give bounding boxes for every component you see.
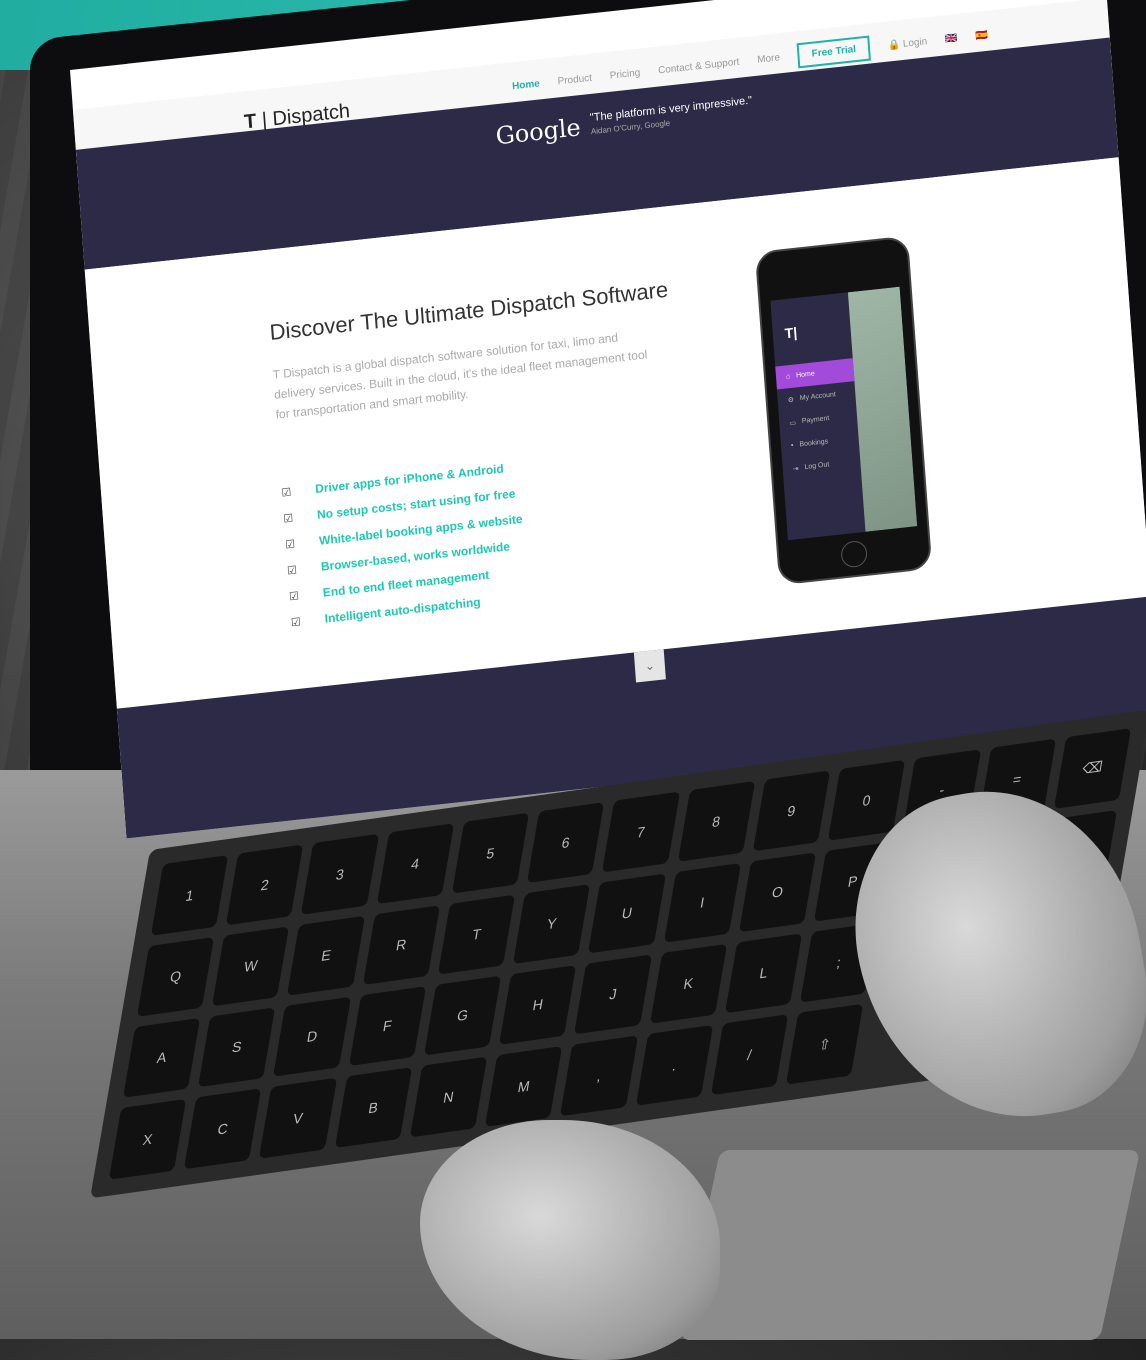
home-icon: ⌂ — [785, 373, 791, 381]
key: . — [635, 1025, 714, 1106]
key: 8 — [677, 780, 756, 862]
key: T — [437, 894, 516, 975]
key: G — [423, 975, 502, 1056]
phone-menu: ⌂ Home ⚙ My Account ▭ Payment ▪ Bookings ⇥ Lo… — [775, 358, 861, 481]
key: Q — [136, 936, 215, 1017]
uk-flag-icon[interactable]: 🇬🇧 — [945, 33, 958, 45]
phone-home-button — [840, 539, 868, 569]
key: ⌫ — [1053, 728, 1132, 809]
checkbox-icon: ☑ — [288, 590, 300, 604]
key: 4 — [376, 823, 455, 904]
key: D — [273, 996, 351, 1077]
checkbox-icon: ☑ — [284, 538, 296, 552]
phone-logo: T| — [784, 324, 798, 342]
key: 9 — [752, 770, 831, 852]
key: , — [560, 1035, 638, 1117]
key: N — [409, 1056, 488, 1138]
phone-map — [847, 286, 918, 532]
key: 6 — [527, 802, 605, 883]
key: 5 — [451, 812, 530, 894]
nav-product[interactable]: Product — [557, 73, 592, 88]
key: U — [588, 873, 666, 953]
key: J — [574, 953, 652, 1035]
key: K — [649, 943, 728, 1025]
trackpad — [679, 1150, 1141, 1340]
key: / — [710, 1014, 789, 1096]
logout-icon: ⇥ — [792, 465, 799, 473]
key: X — [108, 1099, 187, 1180]
phone-screen: T| ⌂ Home ⚙ My Account ▭ Payment ▪ Bookings … — [770, 286, 918, 541]
feature-list: ☑ Driver apps for iPhone & Android ☑ No se… — [280, 454, 529, 635]
key: 3 — [301, 833, 379, 915]
user-icon: ⚙ — [787, 396, 795, 404]
key: W — [212, 926, 290, 1006]
bookings-icon: ▪ — [790, 442, 794, 450]
card-icon: ▭ — [789, 419, 797, 427]
scroll-down-button[interactable]: ⌄ — [633, 649, 666, 683]
key: E — [287, 915, 365, 996]
checkbox-icon: ☑ — [281, 486, 292, 500]
nav-pricing[interactable]: Pricing — [609, 67, 640, 81]
checkbox-icon: ☑ — [282, 512, 294, 526]
key: V — [259, 1077, 337, 1159]
key: M — [485, 1046, 563, 1127]
key: Y — [513, 883, 591, 964]
key: 2 — [226, 844, 304, 926]
key: F — [348, 985, 427, 1067]
key: S — [198, 1006, 276, 1088]
key: R — [362, 904, 441, 985]
key: ⇧ — [785, 1003, 864, 1085]
checkbox-icon: ☑ — [290, 616, 302, 630]
key: C — [184, 1088, 262, 1170]
key: 1 — [150, 854, 229, 936]
key: I — [663, 862, 741, 943]
spain-flag-icon[interactable]: 🇪🇸 — [975, 30, 988, 42]
key: L — [724, 932, 803, 1014]
login-link[interactable]: 🔒 Login — [887, 36, 927, 51]
laptop-screen: T | Dispatch Home Product Pricing Contac… — [70, 0, 1146, 839]
key: A — [122, 1017, 201, 1099]
checkbox-icon: ☑ — [286, 564, 298, 578]
key: O — [738, 852, 817, 932]
phone-mockup: T| ⌂ Home ⚙ My Account ▭ Payment ▪ Bookings … — [754, 235, 933, 586]
nav-home[interactable]: Home — [512, 78, 540, 92]
key: B — [334, 1067, 413, 1149]
nav-contact[interactable]: Contact & Support — [658, 57, 740, 77]
nav-more[interactable]: More — [757, 52, 780, 65]
key: H — [499, 964, 577, 1046]
key: 7 — [602, 791, 680, 873]
